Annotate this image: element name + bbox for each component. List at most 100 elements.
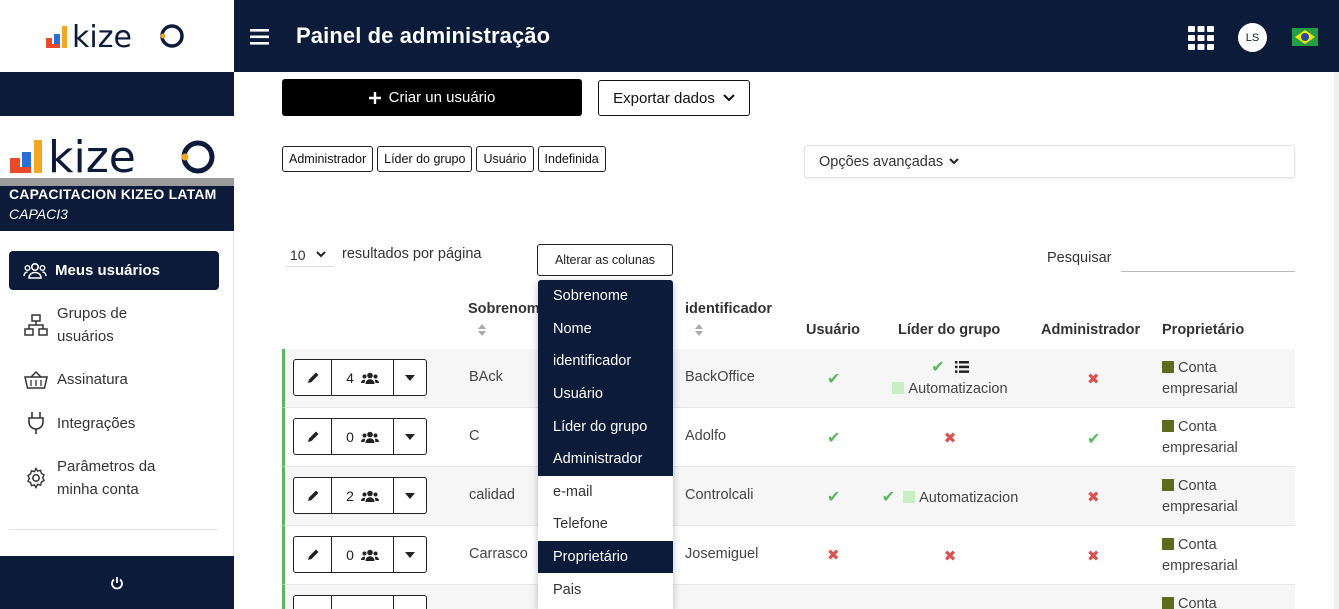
column-option-identificador[interactable]: identificador bbox=[538, 345, 673, 378]
groups-count: 0 bbox=[346, 428, 354, 445]
caret-down-icon bbox=[405, 492, 415, 499]
owner-line-1: Conta bbox=[1178, 537, 1217, 553]
cell-owner: Conta empresarial bbox=[1162, 476, 1238, 518]
advanced-options-label: Opções avançadas bbox=[819, 153, 944, 170]
col-header-identifier[interactable]: identificador bbox=[685, 301, 772, 317]
row-menu-button[interactable] bbox=[394, 596, 426, 609]
owner-color-swatch bbox=[1162, 597, 1174, 609]
gear-icon bbox=[23, 467, 49, 489]
owner-line-2: empresarial bbox=[1162, 558, 1238, 574]
owner-color-swatch bbox=[1162, 420, 1174, 432]
brazil-flag-icon bbox=[1292, 28, 1318, 46]
list-icon[interactable] bbox=[954, 361, 969, 373]
export-data-button[interactable]: Exportar dados bbox=[598, 80, 750, 116]
column-option-nome[interactable]: Nome bbox=[538, 312, 673, 346]
row-actions: 4 bbox=[293, 359, 427, 396]
sidebar-nav: Meus usuários Grupos de usuários Assinat… bbox=[9, 251, 219, 498]
user-avatar[interactable]: LS bbox=[1238, 23, 1267, 52]
edit-button[interactable] bbox=[294, 596, 332, 609]
create-user-button[interactable]: Criar un usuário bbox=[282, 79, 582, 116]
sort-icon[interactable] bbox=[478, 324, 486, 336]
sidebar-item-subscription[interactable]: Assinatura bbox=[23, 368, 213, 391]
row-menu-button[interactable] bbox=[394, 419, 426, 454]
change-columns-button[interactable]: Alterar as colunas bbox=[537, 244, 673, 276]
groups-count: 2 bbox=[346, 487, 354, 504]
main-content: Criar un usuário Exportar dados Administ… bbox=[234, 72, 1339, 609]
col-header-owner[interactable]: Proprietário bbox=[1162, 322, 1244, 338]
sort-icon[interactable] bbox=[695, 324, 703, 336]
plug-icon bbox=[23, 411, 49, 435]
owner-color-swatch bbox=[1162, 538, 1174, 550]
sitemap-icon bbox=[23, 313, 49, 337]
kizeo-logo-icon: kize bbox=[46, 20, 184, 55]
cell-group-leader: ✔ Automatizacion bbox=[845, 487, 1055, 507]
cell-owner: Conta empresarial bbox=[1162, 417, 1238, 459]
filter-lider-do-grupo[interactable]: Líder do grupo bbox=[377, 146, 473, 172]
pencil-icon bbox=[307, 431, 318, 442]
sidebar-item-users[interactable]: Meus usuários bbox=[9, 251, 219, 290]
check-icon: ✔ bbox=[827, 430, 841, 447]
users-icon bbox=[360, 431, 379, 443]
company-banner: kize CAPACITACION KIZEO LATAM CAPACI3 bbox=[0, 116, 234, 231]
column-option-proprietario[interactable]: Proprietário bbox=[538, 540, 673, 574]
sidebar: kize kize CAPACITACION KIZEO LATAM CAPAC… bbox=[0, 0, 234, 609]
advanced-options-toggle[interactable]: Opções avançadas bbox=[804, 145, 1295, 178]
groups-count-button[interactable] bbox=[332, 596, 394, 609]
menu-toggle-button[interactable] bbox=[250, 29, 269, 45]
groups-count-button[interactable]: 4 bbox=[332, 360, 394, 395]
column-option-pais[interactable]: Pais bbox=[538, 573, 673, 606]
sidebar-item-label: Parâmetros da minha conta bbox=[57, 458, 156, 498]
page-length-select[interactable]: 10 bbox=[286, 243, 334, 267]
cell-identifier: Adolfo bbox=[685, 428, 727, 444]
groups-count: 0 bbox=[346, 546, 354, 563]
edit-button[interactable] bbox=[294, 537, 332, 572]
column-option-email[interactable]: e-mail bbox=[538, 476, 673, 509]
apps-button[interactable] bbox=[1188, 26, 1214, 50]
filter-usuario[interactable]: Usuário bbox=[476, 146, 534, 172]
col-header-group-leader[interactable]: Líder do grupo bbox=[898, 322, 1000, 338]
sidebar-item-account-settings[interactable]: Parâmetros da minha conta bbox=[23, 455, 213, 501]
filter-indefinida[interactable]: Indefinida bbox=[537, 146, 606, 172]
sidebar-item-label: Meus usuários bbox=[55, 262, 161, 279]
groups-count-button[interactable]: 0 bbox=[332, 419, 394, 454]
kizeo-logo[interactable]: kize bbox=[0, 0, 234, 72]
create-user-label: Criar un usuário bbox=[388, 89, 496, 106]
plus-icon bbox=[368, 91, 381, 104]
sidebar-item-user-groups[interactable]: Grupos de usuários bbox=[23, 302, 213, 348]
col-header-user[interactable]: Usuário bbox=[806, 322, 860, 338]
groups-count-button[interactable]: 2 bbox=[332, 478, 394, 513]
row-menu-button[interactable] bbox=[394, 478, 426, 513]
cell-identifier: Josemiguel bbox=[685, 546, 759, 562]
group-color-swatch bbox=[892, 382, 905, 394]
col-header-admin[interactable]: Administrador bbox=[1041, 322, 1140, 338]
filter-administrador[interactable]: Administrador bbox=[282, 146, 374, 172]
owner-line-2: empresarial bbox=[1162, 381, 1238, 397]
cell-group-leader: ✔ Automatizacion bbox=[845, 357, 1055, 400]
search-label: Pesquisar bbox=[1047, 250, 1112, 266]
page-scrollbar[interactable] bbox=[1334, 72, 1339, 609]
column-option-lider-do-grupo[interactable]: Líder do grupo bbox=[538, 410, 673, 443]
owner-line-1: Conta bbox=[1178, 419, 1217, 435]
cross-icon: ✖ bbox=[943, 548, 957, 565]
caret-down-icon bbox=[405, 433, 415, 440]
column-option-telefone[interactable]: Telefone bbox=[538, 508, 673, 541]
sidebar-band bbox=[0, 72, 234, 116]
check-icon: ✔ bbox=[827, 489, 841, 506]
search-input[interactable] bbox=[1121, 246, 1295, 272]
cell-owner: Conta empresarial bbox=[1162, 358, 1238, 400]
sidebar-item-integrations[interactable]: Integrações bbox=[23, 411, 213, 435]
row-menu-button[interactable] bbox=[394, 537, 426, 572]
owner-line-2: empresarial bbox=[1162, 499, 1238, 515]
column-option-sobrenome[interactable]: Sobrenome bbox=[538, 280, 673, 313]
edit-button[interactable] bbox=[294, 478, 332, 513]
groups-count-button[interactable]: 0 bbox=[332, 537, 394, 572]
cell-identifier: BackOffice bbox=[685, 369, 755, 385]
col-header-surname[interactable]: Sobrenome bbox=[468, 301, 548, 317]
logout-button[interactable] bbox=[0, 556, 234, 609]
column-option-administrador[interactable]: Administrador bbox=[538, 442, 673, 476]
edit-button[interactable] bbox=[294, 419, 332, 454]
row-menu-button[interactable] bbox=[394, 360, 426, 395]
language-selector[interactable] bbox=[1292, 28, 1318, 46]
column-option-usuario[interactable]: Usuário bbox=[538, 377, 673, 411]
edit-button[interactable] bbox=[294, 360, 332, 395]
